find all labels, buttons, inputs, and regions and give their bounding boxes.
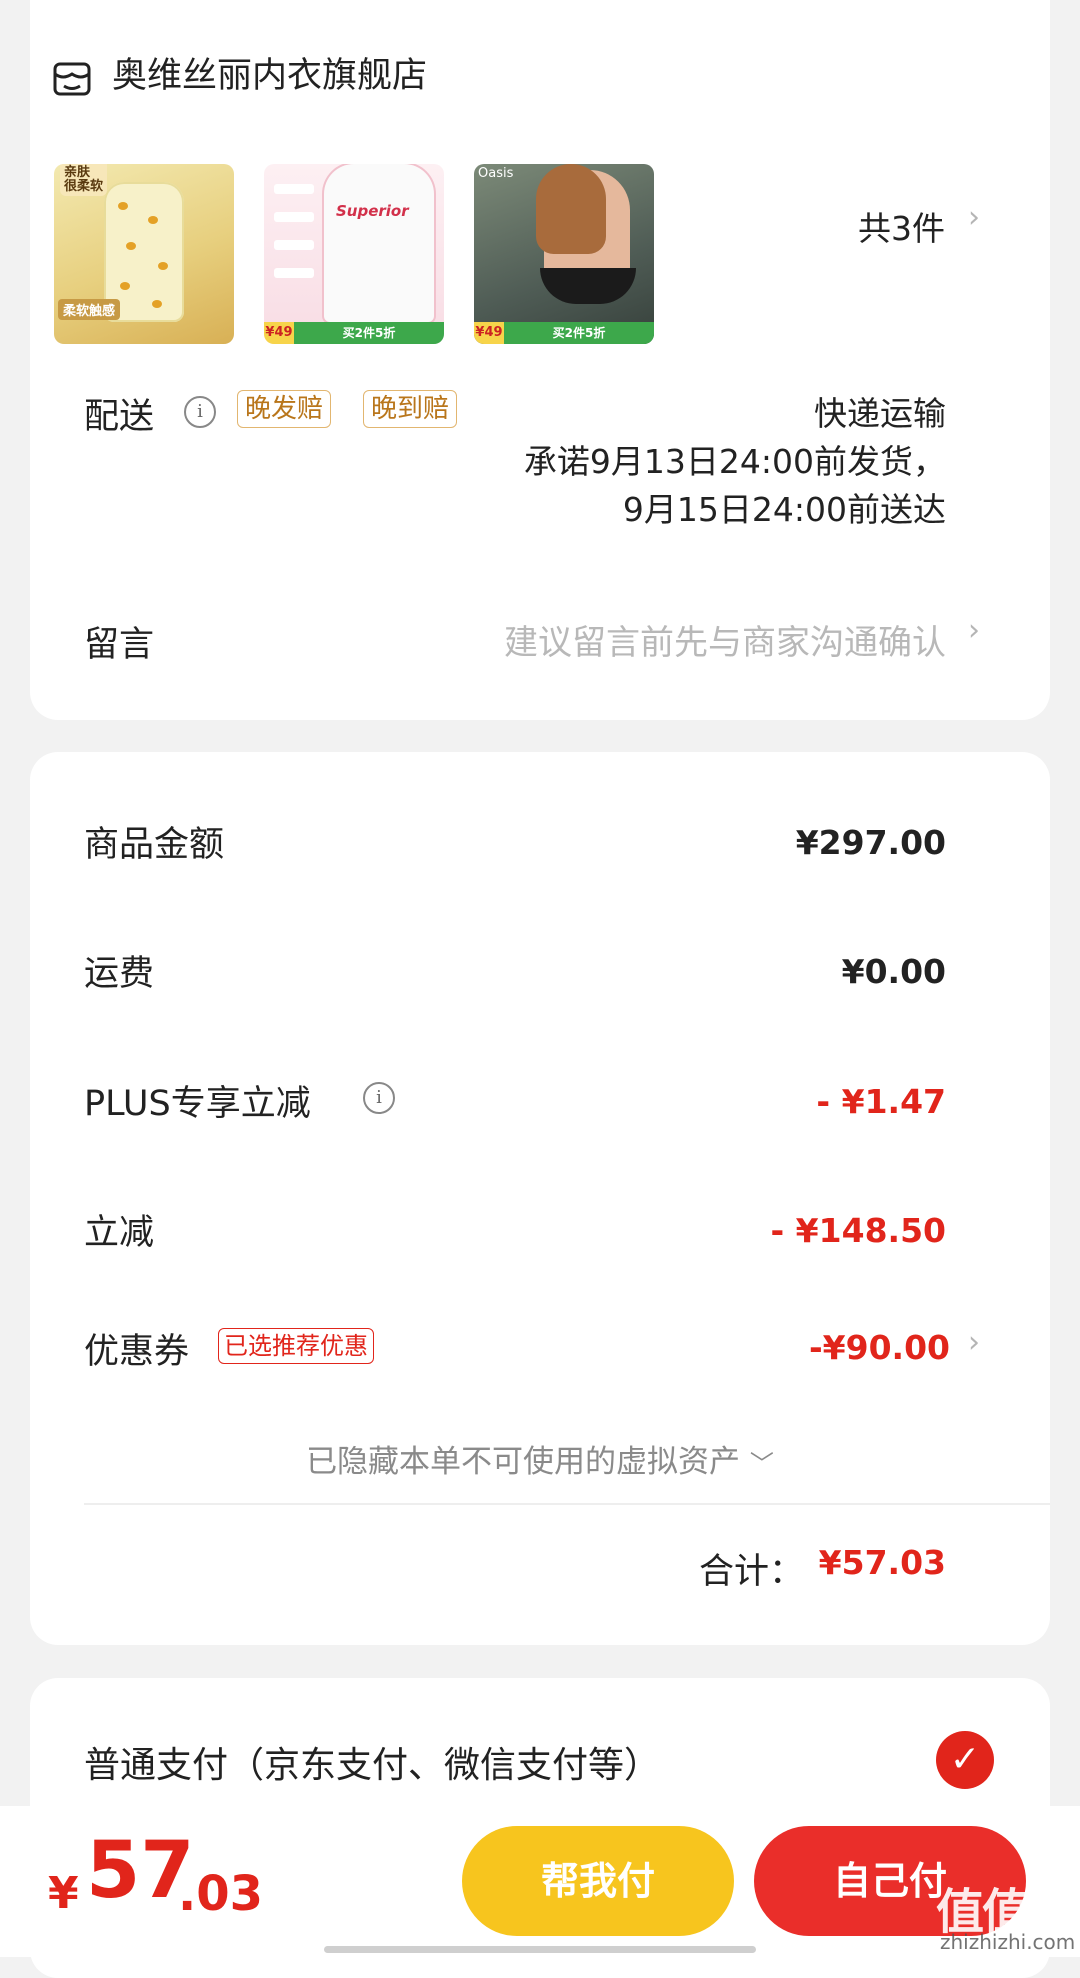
store-icon bbox=[53, 62, 91, 96]
payable-amount-decimal: .03 bbox=[178, 1866, 264, 1922]
model-hair bbox=[536, 164, 606, 254]
promo-label: 买2件5折 bbox=[294, 322, 444, 344]
item-count: 共3件 bbox=[858, 209, 945, 248]
coupon-value[interactable]: -¥90.00 bbox=[809, 1328, 950, 1367]
coupon-label: 优惠券 bbox=[84, 1332, 190, 1372]
home-indicator[interactable] bbox=[324, 1946, 756, 1953]
total-label: 合计： bbox=[698, 1552, 804, 1592]
item-count-link[interactable]: 共3件 bbox=[858, 202, 945, 250]
price-promo-strip: ¥49 买2件5折 bbox=[264, 322, 444, 344]
promo-label: 买2件5折 bbox=[504, 322, 654, 344]
watermark-url: zhizhizhi.com bbox=[940, 1930, 1076, 1954]
chevron-right-icon[interactable]: › bbox=[968, 1325, 980, 1360]
product-image bbox=[540, 268, 636, 304]
payment-method-label[interactable]: 普通支付（京东支付、微信支付等） bbox=[84, 1736, 660, 1788]
delivery-promise-line2: 9月15日24:00前送达 bbox=[622, 490, 946, 529]
price-promo-strip: ¥49 买2件5折 bbox=[474, 322, 654, 344]
shipping-label: 运费 bbox=[84, 954, 155, 994]
goods-amount-label: 商品金额 bbox=[84, 825, 225, 865]
brand-logo: Superior bbox=[336, 202, 409, 220]
product-thumbnail-2[interactable]: Superior ¥49 买2件5折 bbox=[264, 164, 444, 344]
chevron-down-icon: ﹀ bbox=[749, 1450, 774, 1478]
divider bbox=[84, 1503, 1050, 1505]
product-image bbox=[324, 164, 434, 322]
product-badge-top: 亲肤 很柔软 bbox=[60, 164, 108, 196]
chevron-right-icon[interactable]: › bbox=[968, 200, 980, 235]
goods-amount-value: ¥297.00 bbox=[795, 823, 946, 862]
info-icon[interactable]: i bbox=[363, 1082, 395, 1114]
instant-discount-label: 立减 bbox=[84, 1213, 155, 1253]
help-pay-button[interactable]: 帮我付 bbox=[462, 1826, 734, 1936]
delivery-promise-line1: 承诺9月13日24:00前发货， bbox=[523, 442, 946, 481]
delivery-info[interactable]: 快递运输 承诺9月13日24:00前发货， 9月15日24:00前送达 bbox=[524, 390, 946, 534]
product-badge-bottom: 柔软触感 bbox=[58, 299, 121, 320]
instant-discount-value: - ¥148.50 bbox=[770, 1211, 947, 1250]
shipping-value: ¥0.00 bbox=[841, 952, 946, 991]
delivery-label: 配送 bbox=[84, 397, 155, 437]
late-arrival-compensation-tag: 晚到赔 bbox=[363, 390, 458, 428]
coupon-recommended-tag: 已选推荐优惠 bbox=[218, 1328, 374, 1364]
checkmark-icon[interactable]: ✓ bbox=[936, 1731, 994, 1789]
plus-discount-label: PLUS专享立减 bbox=[84, 1084, 311, 1124]
hidden-assets-text: 已隐藏本单不可使用的虚拟资产 bbox=[306, 1444, 741, 1480]
message-input[interactable]: 建议留言前先与商家沟通确认 bbox=[504, 615, 946, 664]
info-icon[interactable]: i bbox=[184, 396, 216, 428]
total-value: ¥57.03 bbox=[818, 1543, 946, 1582]
brand-logo: Oasis bbox=[478, 166, 514, 181]
chevron-right-icon[interactable]: › bbox=[968, 613, 980, 648]
feature-list bbox=[274, 184, 314, 296]
delivery-method: 快递运输 bbox=[814, 394, 946, 433]
hidden-assets-toggle[interactable]: 已隐藏本单不可使用的虚拟资产 ﹀ bbox=[0, 1436, 1080, 1481]
late-ship-compensation-tag: 晚发赔 bbox=[237, 390, 332, 428]
store-name[interactable]: 奥维丝丽内衣旗舰店 bbox=[112, 50, 427, 102]
plus-discount-value: - ¥1.47 bbox=[816, 1082, 946, 1121]
message-label: 留言 bbox=[84, 625, 155, 665]
price-badge: ¥49 bbox=[264, 322, 294, 344]
price-summary-card bbox=[30, 752, 1050, 1645]
currency-symbol: ¥ bbox=[48, 1868, 79, 1919]
price-badge: ¥49 bbox=[474, 322, 504, 344]
product-thumbnail-1[interactable]: 亲肤 很柔软 柔软触感 bbox=[54, 164, 234, 344]
product-thumbnail-3[interactable]: Oasis ¥49 买2件5折 bbox=[474, 164, 654, 344]
store-order-card bbox=[30, 0, 1050, 720]
